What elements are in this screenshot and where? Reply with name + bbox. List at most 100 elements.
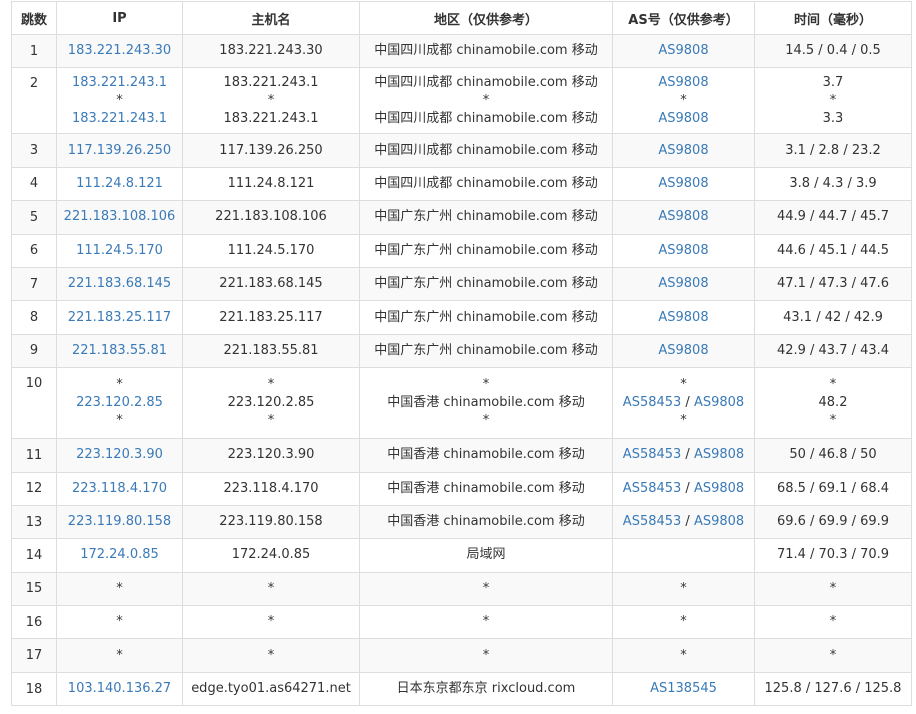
cell-region: 中国四川成都 chinamobile.com 移动 * 中国四川成都 chinamo…	[359, 67, 613, 135]
cell-region: 中国香港 chinamobile.com 移动	[359, 438, 613, 473]
cell-ip: 223.119.80.158	[56, 504, 183, 540]
ip-link[interactable]: 223.119.80.158	[68, 514, 171, 529]
ip-link[interactable]: 103.140.136.27	[68, 681, 171, 696]
ip-link[interactable]: 221.183.108.106	[64, 209, 176, 224]
cell-line: 125.8 / 127.6 / 125.8	[756, 680, 911, 698]
cell-host: edge.tyo01.as64271.net	[182, 671, 360, 707]
as-number-link[interactable]: AS9808	[658, 43, 708, 58]
hostname-text: 111.24.5.170	[227, 242, 315, 258]
hop-number: 10	[11, 367, 57, 440]
cell-line: 183.221.243.30	[184, 42, 359, 60]
cell-line: *	[184, 613, 359, 631]
cell-line: *	[756, 580, 911, 598]
header-as-number: AS号（仅供参考）	[612, 1, 755, 35]
as-number-link[interactable]: AS9808	[658, 176, 708, 191]
cell-time: 71.4 / 70.3 / 70.9	[754, 538, 912, 573]
cell-as: AS58453 / AS9808	[612, 504, 755, 540]
cell-line: 117.139.26.250	[58, 142, 182, 160]
as-number-link[interactable]: AS9808	[658, 209, 708, 224]
hop-number: 9	[11, 333, 57, 369]
table-row: 3 117.139.26.250 117.139.26.250 中国四川成都 chin…	[11, 133, 912, 168]
ip-link[interactable]: 111.24.8.121	[76, 176, 163, 191]
cell-host: *	[182, 638, 360, 673]
cell-region: 中国四川成都 chinamobile.com 移动	[359, 166, 613, 202]
cell-as: AS9808	[612, 300, 755, 335]
cell-time: 14.5 / 0.4 / 0.5	[754, 33, 912, 69]
as-number-link[interactable]: AS138545	[650, 681, 717, 696]
time-text: 50 / 46.8 / 50	[789, 447, 877, 463]
cell-line: 221.183.68.145	[58, 275, 182, 293]
ip-link[interactable]: 111.24.5.170	[76, 243, 163, 258]
ip-link[interactable]: 223.118.4.170	[72, 481, 167, 496]
region-text: 中国香港 chinamobile.com 移动	[387, 447, 585, 463]
region-text: 中国广东广州 chinamobile.com 移动	[374, 309, 598, 325]
cell-region: *	[359, 605, 613, 640]
time-text: 47.1 / 47.3 / 47.6	[776, 276, 890, 292]
as-number-link[interactable]: AS9808	[694, 447, 744, 462]
as-unknown: *	[680, 377, 687, 393]
as-number-link[interactable]: AS58453	[623, 481, 682, 496]
table-row: 4 111.24.8.121 111.24.8.121 中国四川成都 chinamob…	[11, 166, 912, 202]
cell-as: * AS58453 / AS9808 *	[612, 367, 755, 440]
cell-as: AS9808	[612, 133, 755, 168]
cell-line: 172.24.0.85	[184, 546, 359, 564]
hop-number: 3	[11, 133, 57, 168]
cell-line: 日本东京都东京 rixcloud.com	[361, 680, 612, 698]
cell-line: 43.1 / 42 / 42.9	[756, 309, 911, 327]
cell-time: * 48.2 *	[754, 367, 912, 440]
table-row: 13 223.119.80.158 223.119.80.158 中国香港 china…	[11, 504, 912, 540]
cell-ip: *	[56, 605, 183, 640]
ip-link[interactable]: 183.221.243.1	[72, 111, 167, 126]
as-number-link[interactable]: AS9808	[658, 111, 708, 126]
as-number-link[interactable]: AS9808	[658, 276, 708, 291]
ip-link[interactable]: 183.221.243.30	[68, 43, 171, 58]
cell-host: 221.183.68.145	[182, 266, 360, 302]
cell-as: *	[612, 605, 755, 640]
cell-ip: 221.183.55.81	[56, 333, 183, 369]
hostname-text: 183.221.243.1	[223, 74, 319, 90]
as-number-link[interactable]: AS9808	[694, 395, 744, 410]
ip-link[interactable]: 223.120.2.85	[76, 395, 163, 410]
table-row: 5 221.183.108.106 221.183.108.106 中国广东广州 ch…	[11, 200, 912, 235]
cell-line: 221.183.108.106	[58, 208, 182, 226]
as-number-link[interactable]: AS9808	[658, 243, 708, 258]
time-unknown: *	[829, 413, 837, 429]
cell-line: 221.183.55.81	[58, 342, 182, 360]
hop-number: 18	[11, 671, 57, 707]
time-unknown: *	[829, 377, 837, 393]
time-unknown: *	[829, 580, 837, 596]
cell-as: AS9808 * AS9808	[612, 67, 755, 135]
ip-link[interactable]: 183.221.243.1	[72, 75, 167, 90]
ip-unknown: *	[116, 377, 123, 393]
cell-line: 42.9 / 43.7 / 43.4	[756, 342, 911, 360]
cell-line: *	[58, 412, 182, 430]
region-unknown: *	[482, 377, 490, 393]
ip-link[interactable]: 221.183.68.145	[68, 276, 171, 291]
as-number-link[interactable]: AS58453	[623, 447, 682, 462]
cell-as: AS138545	[612, 671, 755, 707]
ip-link[interactable]: 223.120.3.90	[76, 447, 163, 462]
as-number-link[interactable]: AS58453	[623, 395, 682, 410]
cell-line: 221.183.68.145	[184, 275, 359, 293]
ip-link[interactable]: 172.24.0.85	[80, 547, 159, 562]
as-number-link[interactable]: AS9808	[694, 514, 744, 529]
cell-line: 中国广东广州 chinamobile.com 移动	[361, 242, 612, 260]
cell-ip: 223.118.4.170	[56, 471, 183, 506]
region-text: 中国香港 chinamobile.com 移动	[387, 480, 585, 496]
cell-line: *	[614, 412, 754, 430]
ip-link[interactable]: 221.183.25.117	[68, 310, 171, 325]
cell-region: 中国香港 chinamobile.com 移动	[359, 504, 613, 540]
region-unknown: *	[482, 92, 490, 108]
as-separator: /	[681, 447, 694, 463]
as-number-link[interactable]: AS9808	[658, 143, 708, 158]
ip-link[interactable]: 221.183.55.81	[72, 343, 167, 358]
ip-link[interactable]: 117.139.26.250	[68, 143, 171, 158]
cell-line: *	[361, 412, 612, 430]
as-number-link[interactable]: AS9808	[658, 75, 708, 90]
header-region: 地区（仅供参考）	[359, 1, 613, 35]
as-number-link[interactable]: AS9808	[658, 343, 708, 358]
as-number-link[interactable]: AS9808	[694, 481, 744, 496]
as-number-link[interactable]: AS58453	[623, 514, 682, 529]
as-number-link[interactable]: AS9808	[658, 310, 708, 325]
hop-number: 14	[11, 538, 57, 573]
